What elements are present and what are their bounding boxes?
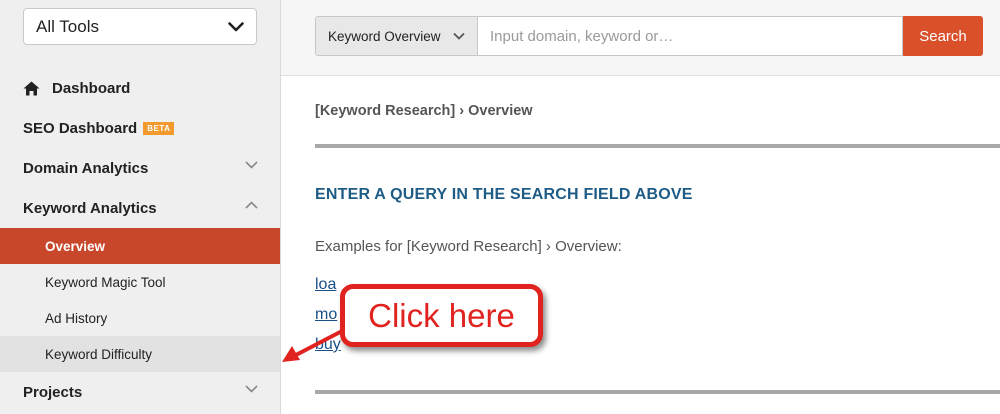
- chevron-up-icon: [245, 201, 258, 209]
- sidebar-item-label: Domain Analytics: [23, 159, 149, 177]
- sidebar-subitem-label: Keyword Magic Tool: [45, 274, 166, 290]
- home-icon: [23, 81, 40, 96]
- example-link[interactable]: loa: [315, 276, 336, 294]
- sidebar-nav: Dashboard SEO Dashboard BETA Domain Anal…: [0, 68, 280, 412]
- sidebar-item-projects[interactable]: Projects: [0, 372, 280, 412]
- all-tools-label: All Tools: [36, 16, 99, 36]
- examples-label: Examples for [Keyword Research] › Overvi…: [315, 238, 622, 255]
- click-here-callout: Click here: [340, 284, 543, 347]
- divider: [315, 390, 1000, 394]
- report-type-label: Keyword Overview: [328, 28, 441, 44]
- divider: [315, 144, 1000, 148]
- report-type-dropdown[interactable]: Keyword Overview: [315, 16, 477, 56]
- search-form: Keyword Overview Search: [315, 16, 983, 56]
- annotation-arrow-icon: [282, 328, 346, 362]
- sidebar-item-label: Projects: [23, 383, 83, 401]
- top-search-bar: Keyword Overview Search: [281, 0, 1000, 76]
- chevron-down-icon: [453, 32, 465, 40]
- page-heading: ENTER A QUERY IN THE SEARCH FIELD ABOVE: [315, 186, 693, 203]
- sidebar-subitem-overview[interactable]: Overview: [0, 228, 280, 264]
- sidebar-subitem-label: Keyword Difficulty: [45, 346, 153, 362]
- all-tools-dropdown[interactable]: All Tools: [23, 8, 257, 45]
- example-link[interactable]: mo: [315, 306, 337, 324]
- callout-text: Click here: [368, 296, 515, 334]
- sidebar-item-label: Dashboard: [52, 79, 131, 97]
- search-input[interactable]: [477, 16, 903, 56]
- chevron-down-icon: [245, 385, 258, 393]
- sidebar: All Tools Dashboard SEO Dashboard BETA D…: [0, 0, 281, 414]
- search-button[interactable]: Search: [903, 16, 983, 56]
- chevron-down-icon: [245, 161, 258, 169]
- sidebar-subitem-label: Ad History: [45, 310, 108, 326]
- sidebar-subitem-ad-history[interactable]: Ad History: [0, 300, 280, 336]
- sidebar-subitem-keyword-difficulty[interactable]: Keyword Difficulty: [0, 336, 280, 372]
- breadcrumb: [Keyword Research] › Overview: [315, 103, 533, 119]
- sidebar-item-label: Keyword Analytics: [23, 199, 157, 217]
- sidebar-item-domain-analytics[interactable]: Domain Analytics: [0, 148, 280, 188]
- sidebar-item-seo-dashboard[interactable]: SEO Dashboard BETA: [0, 108, 280, 148]
- chevron-down-icon: [228, 21, 244, 32]
- beta-badge: BETA: [143, 121, 175, 135]
- sidebar-item-dashboard[interactable]: Dashboard: [0, 68, 280, 108]
- sidebar-subitem-label: Overview: [45, 238, 106, 254]
- sidebar-item-label: SEO Dashboard: [23, 119, 138, 137]
- sidebar-item-keyword-analytics[interactable]: Keyword Analytics: [0, 188, 280, 228]
- sidebar-subitem-keyword-magic-tool[interactable]: Keyword Magic Tool: [0, 264, 280, 300]
